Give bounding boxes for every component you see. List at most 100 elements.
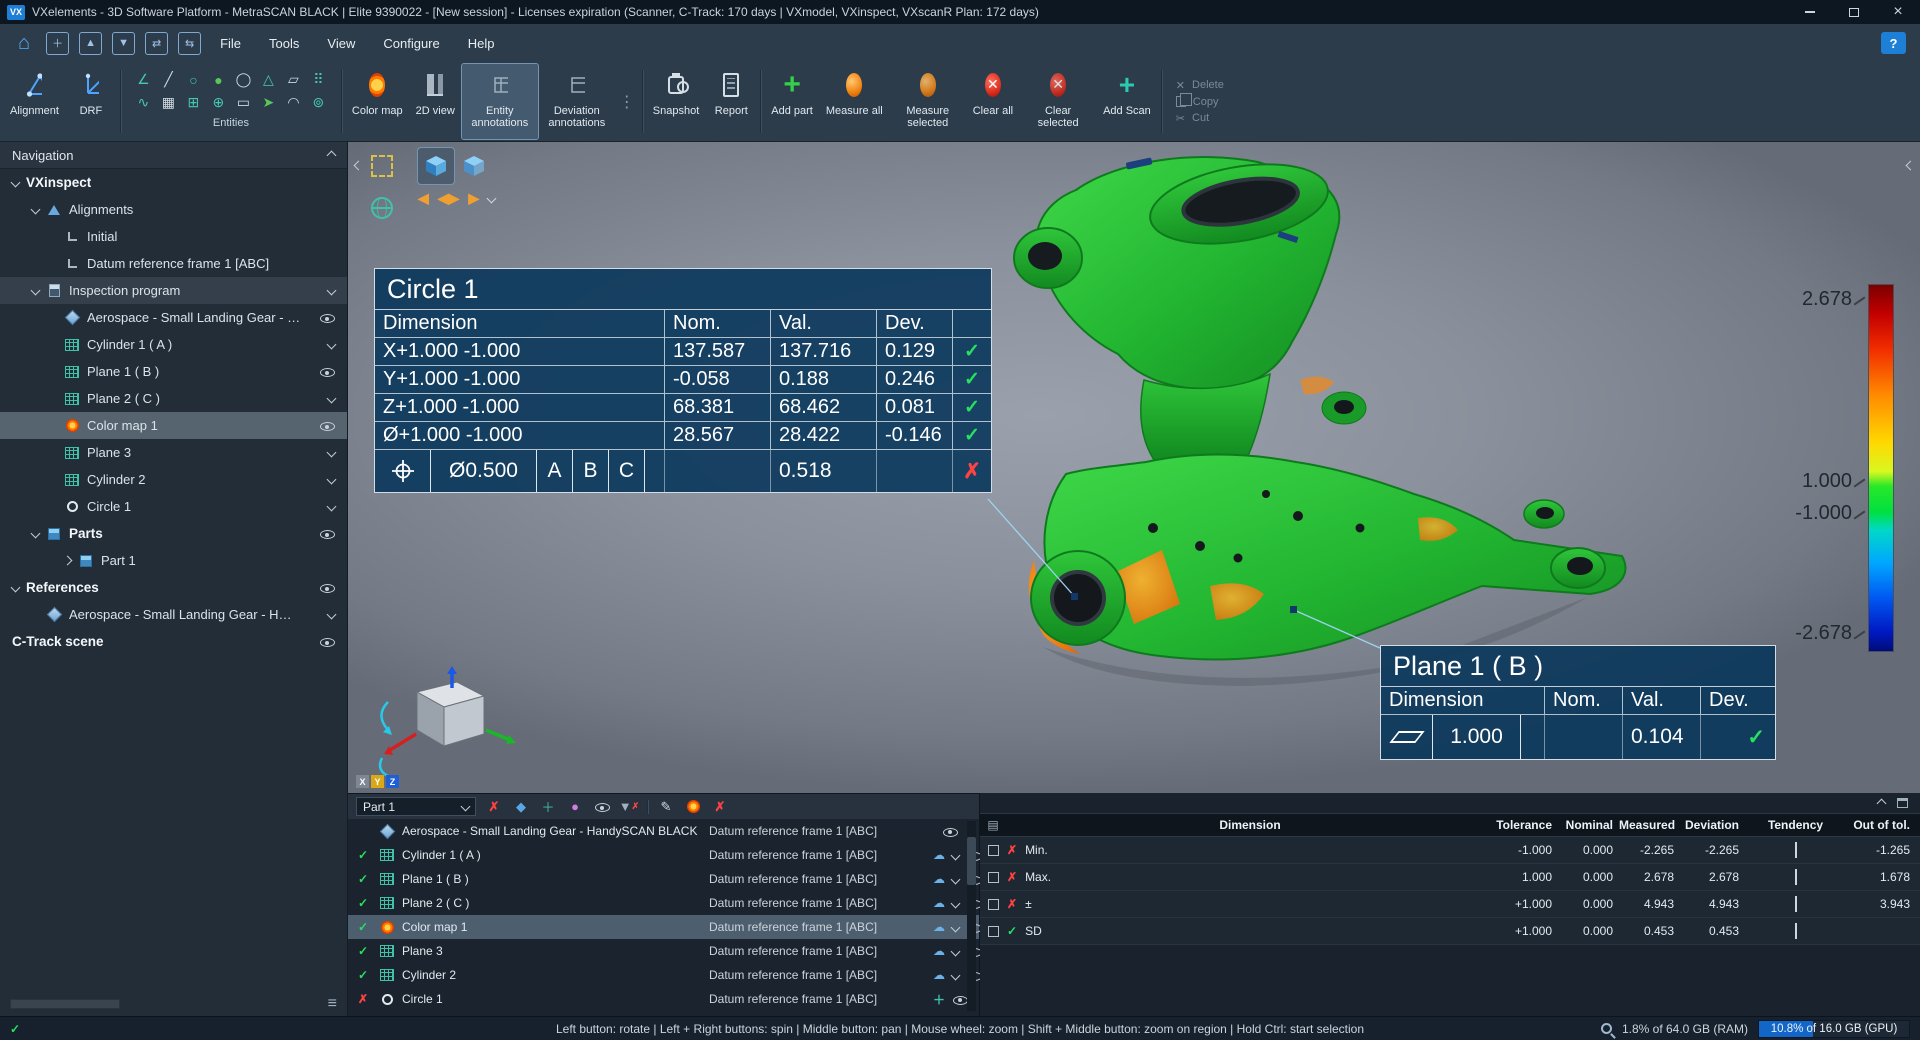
surface-icon[interactable]: ☁ — [933, 920, 945, 934]
remove-entity-icon[interactable]: ✗ — [485, 798, 503, 816]
2d-view-button[interactable]: 2D view — [410, 64, 461, 139]
minimize-button[interactable] — [1788, 0, 1832, 24]
tree-item-vxinspect[interactable]: VXinspect — [0, 169, 347, 196]
edit-pencil-icon[interactable]: ✎ — [657, 798, 675, 816]
tree-item-color-map-1[interactable]: Color map 1 — [0, 412, 347, 439]
clear-selected-button[interactable]: ✕ Clear selected — [1020, 64, 1096, 139]
pattern-entity-icon[interactable]: ⠿ — [313, 71, 323, 88]
scrollbar-thumb[interactable] — [967, 837, 976, 885]
circle-1-annotation[interactable]: Circle 1 Dimension Nom. Val. Dev. X+1.00… — [374, 268, 992, 493]
view-mode-cube-alt-button[interactable] — [456, 148, 492, 184]
visibility-eye-icon[interactable] — [593, 798, 611, 816]
cone-entity-icon[interactable]: △ — [263, 71, 274, 88]
ellipse-entity-icon[interactable]: ◯ — [236, 71, 252, 88]
save-session-icon[interactable]: ▼ — [112, 32, 135, 55]
tree-item-datum-frame[interactable]: Datum reference frame 1 [ABC] — [0, 250, 347, 277]
home-icon[interactable]: ⌂ — [8, 32, 40, 55]
entity-row-circle-1[interactable]: ✗ Circle 1 Datum reference frame 1 [ABC]… — [348, 987, 979, 1011]
collapse-panel-icon[interactable] — [327, 150, 337, 160]
chevron-down-icon[interactable] — [951, 898, 961, 908]
expander-collapsed-icon[interactable] — [63, 556, 73, 566]
tree-item-parts[interactable]: Parts — [0, 520, 347, 547]
add-scan-button[interactable]: + Add Scan — [1097, 64, 1157, 139]
rectangle-entity-icon[interactable]: ▭ — [237, 94, 250, 111]
visibility-eye-icon[interactable] — [942, 824, 958, 839]
delete-icon[interactable]: ✗ — [711, 798, 729, 816]
tree-item-cylinder-2[interactable]: Cylinder 2 — [0, 466, 347, 493]
cut-button[interactable]: ✂Cut — [1176, 112, 1224, 125]
expander-icon[interactable] — [11, 583, 21, 593]
tree-item-ctrack-scene[interactable]: C-Track scene — [0, 628, 347, 655]
alignment-button[interactable]: Alignment — [4, 64, 65, 139]
help-bubble-icon[interactable]: ? — [1881, 32, 1906, 54]
import-icon[interactable]: ⇄ — [145, 32, 168, 55]
collapse-right-panel-icon[interactable] — [1902, 154, 1918, 176]
line-entity-icon[interactable]: ╱ — [164, 71, 172, 88]
row-checkbox[interactable] — [988, 926, 999, 937]
result-row-max[interactable]: ✗ Max. 1.000 0.000 2.678 2.678 1.678 — [980, 864, 1920, 891]
chevron-down-icon[interactable] — [327, 502, 337, 512]
view-navigation-cube[interactable] — [362, 666, 522, 790]
tree-item-plane-1[interactable]: Plane 1 ( B ) — [0, 358, 347, 385]
export-icon[interactable]: ⇆ — [178, 32, 201, 55]
3d-viewport[interactable]: ◀ ◀▶ ▶ Circle 1 Dimension Nom. Val. Dev.… — [348, 142, 1920, 793]
visibility-eye-icon[interactable] — [319, 364, 335, 379]
axis-tool-icon[interactable]: ＋ — [539, 798, 557, 816]
overflow-dots-icon[interactable]: ⋮ — [616, 64, 638, 139]
surface-icon[interactable]: ☁ — [933, 872, 945, 886]
filter-icon[interactable]: ▼✗ — [620, 798, 638, 816]
entity-row-cylinder-2[interactable]: ✓ Cylinder 2 Datum reference frame 1 [AB… — [348, 963, 979, 987]
cylinder-entity-icon[interactable]: ⊚ — [313, 94, 325, 111]
arc-entity-icon[interactable]: ◠ — [287, 94, 299, 111]
visibility-eye-icon[interactable] — [319, 310, 335, 325]
tree-item-references[interactable]: References — [0, 574, 347, 601]
surface-icon[interactable]: ☁ — [933, 944, 945, 958]
row-checkbox[interactable] — [988, 899, 999, 910]
chevron-down-icon[interactable] — [327, 448, 337, 458]
copy-button[interactable]: Copy — [1176, 96, 1224, 108]
close-button[interactable]: × — [1876, 0, 1920, 24]
paint-tool-icon[interactable]: ● — [566, 798, 584, 816]
menu-file[interactable]: File — [207, 28, 254, 59]
menu-help[interactable]: Help — [455, 28, 508, 59]
chevron-down-icon[interactable] — [327, 340, 337, 350]
chevron-down-icon[interactable] — [327, 610, 337, 620]
clear-all-button[interactable]: ✕ Clear all — [967, 64, 1019, 139]
expander-icon[interactable] — [31, 205, 41, 215]
slot-entity-icon[interactable]: ▱ — [288, 71, 299, 88]
point-entity-icon[interactable]: ● — [214, 72, 222, 88]
expander-icon[interactable] — [31, 529, 41, 539]
surface-icon[interactable]: ☁ — [933, 896, 945, 910]
entity-row-aerospace[interactable]: Aerospace - Small Landing Gear - HandySC… — [348, 819, 979, 843]
entity-annotations-button[interactable]: Entity annotations — [462, 64, 538, 139]
entity-row-color-map-1[interactable]: ✓ Color map 1 Datum reference frame 1 [A… — [348, 915, 979, 939]
result-row-plusminus[interactable]: ✗ ± +1.000 0.000 4.943 4.943 3.943 — [980, 891, 1920, 918]
view-mode-cube-button[interactable] — [418, 148, 454, 184]
vertical-scrollbar[interactable] — [967, 821, 976, 1011]
report-button[interactable]: Report — [706, 64, 756, 139]
new-session-icon[interactable]: ＋ — [46, 32, 69, 55]
visibility-eye-icon[interactable] — [319, 418, 335, 433]
next-view-icon[interactable]: ▶ — [468, 190, 479, 207]
list-view-icon[interactable]: ≡ — [328, 995, 337, 1013]
visibility-eye-icon[interactable] — [319, 580, 335, 595]
horizontal-scrollbar[interactable] — [10, 999, 120, 1009]
tree-item-plane-2[interactable]: Plane 2 ( C ) — [0, 385, 347, 412]
entity-row-cylinder-1[interactable]: ✓ Cylinder 1 ( A ) Datum reference frame… — [348, 843, 979, 867]
grid-entity-icon[interactable]: ⊞ — [188, 94, 200, 111]
row-checkbox[interactable] — [988, 845, 999, 856]
entity-row-plane-3[interactable]: ✓ Plane 3 Datum reference frame 1 [ABC] … — [348, 939, 979, 963]
tree-item-initial[interactable]: Initial — [0, 223, 347, 250]
tree-item-aerospace-reference[interactable]: Aerospace - Small Landing Gear - HandySC… — [0, 601, 347, 628]
collapse-left-panel-icon[interactable] — [350, 154, 366, 176]
entity-row-plane-1[interactable]: ✓ Plane 1 ( B ) Datum reference frame 1 … — [348, 867, 979, 891]
swap-view-icon[interactable]: ◀▶ — [438, 190, 460, 207]
sphere-entity-icon[interactable]: ⊕ — [213, 94, 225, 111]
open-session-icon[interactable]: ▲ — [79, 32, 102, 55]
popout-window-icon[interactable] — [1897, 798, 1908, 808]
snapshot-button[interactable]: Snapshot — [647, 64, 705, 139]
chevron-down-icon[interactable] — [327, 475, 337, 485]
menu-tools[interactable]: Tools — [256, 28, 312, 59]
shapes-icon[interactable]: ◆ — [512, 798, 530, 816]
color-map-button[interactable]: Color map — [346, 64, 409, 139]
